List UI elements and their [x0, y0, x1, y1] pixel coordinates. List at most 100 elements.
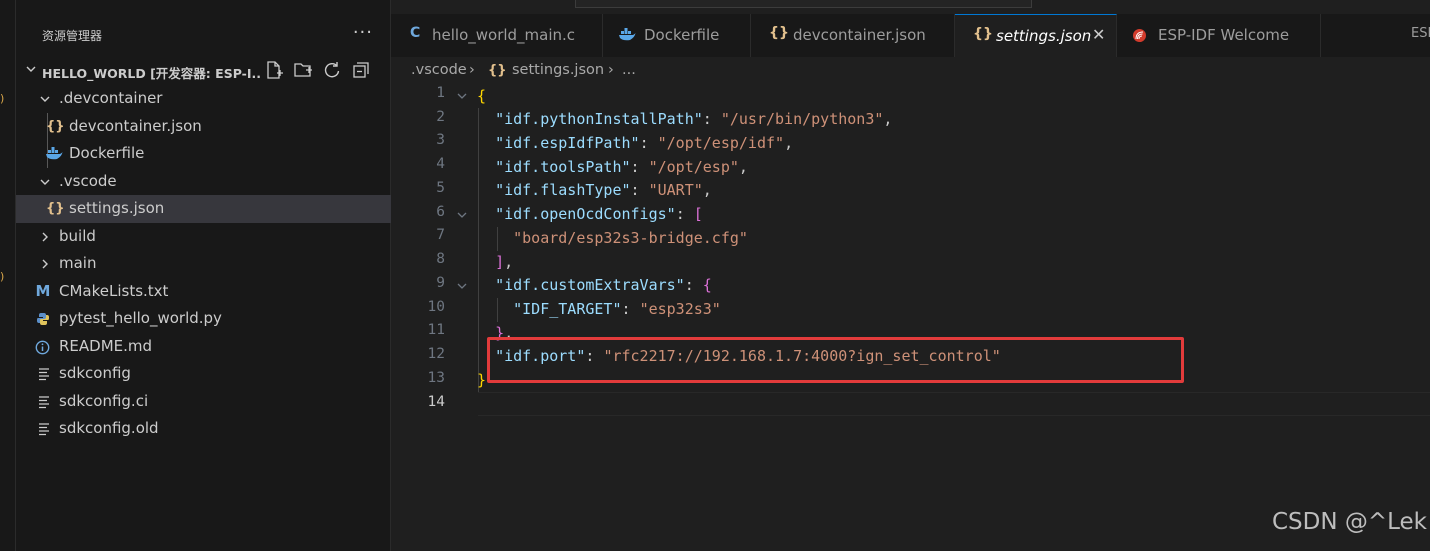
tab-dockerfile[interactable]: Dockerfile — [603, 14, 751, 57]
json-key: "idf.customExtraVars" — [495, 276, 685, 294]
colon: : — [684, 276, 703, 294]
esp-idf-icon — [1133, 29, 1146, 42]
tree-item-dockerfile[interactable]: Dockerfile — [16, 140, 391, 168]
tab-label: devcontainer.json — [793, 26, 926, 44]
activity-bar: ) ) — [0, 0, 16, 551]
activity-marker: ) — [0, 270, 5, 283]
code-line-13: } — [477, 368, 486, 392]
json-key: "IDF_TARGET" — [513, 300, 622, 318]
colon: : — [630, 158, 649, 176]
breadcrumb-file[interactable]: settings.json — [512, 62, 604, 78]
json-value: "/usr/bin/python3" — [720, 110, 884, 128]
tree-item-build-folder[interactable]: build — [16, 223, 391, 251]
project-title: HELLO_WORLD [开发容器: ESP-I... — [42, 66, 262, 81]
new-file-icon[interactable] — [264, 60, 284, 80]
tree-item-sdkconfig[interactable]: sdkconfig — [16, 360, 391, 388]
tree-item-label: README.md — [59, 336, 153, 355]
line-number: 6 — [436, 204, 445, 220]
file-tree: .devcontainer {} devcontainer.json Docke… — [16, 85, 391, 443]
code-line-8: ], — [477, 250, 513, 274]
tab-label: Dockerfile — [644, 26, 720, 44]
fold-chevron-icon[interactable] — [455, 208, 469, 222]
fold-chevron-icon[interactable] — [455, 279, 469, 293]
json-value: "/opt/esp" — [648, 158, 739, 176]
colon: : — [675, 205, 694, 223]
collapse-all-icon[interactable] — [351, 60, 371, 80]
comma: , — [504, 253, 514, 271]
comma: , — [883, 110, 893, 128]
json-braces-icon: {} — [46, 201, 65, 216]
tree-item-label: sdkconfig.ci — [59, 391, 149, 410]
info-icon — [35, 340, 50, 354]
tab-label: ESP — [1411, 26, 1430, 41]
open-brace: { — [702, 276, 712, 294]
code-editor[interactable]: 1 2 3 4 5 6 7 8 9 10 11 12 13 14 { "idf.… — [391, 84, 1430, 551]
chevron-down-icon — [40, 96, 50, 102]
code-line-4: "idf.toolsPath": "/opt/esp", — [477, 155, 748, 179]
new-folder-icon[interactable] — [293, 60, 313, 80]
close-icon[interactable]: ✕ — [1092, 25, 1105, 44]
tab-devcontainer-json[interactable]: {} devcontainer.json — [751, 14, 955, 57]
code-line-10: "IDF_TARGET": "esp32s3" — [477, 297, 721, 321]
more-actions-icon[interactable]: ··· — [353, 22, 373, 43]
breadcrumb-folder[interactable]: .vscode — [411, 62, 467, 78]
python-icon — [37, 313, 49, 325]
tree-item-sdkconfig-ci[interactable]: sdkconfig.ci — [16, 388, 391, 416]
explorer-header: 资源管理器 ··· — [16, 22, 391, 48]
project-root-row[interactable]: HELLO_WORLD [开发容器: ESP-I... — [16, 58, 391, 84]
tree-item-cmakelists[interactable]: M CMakeLists.txt — [16, 278, 391, 306]
code-line-5: "idf.flashType": "UART", — [477, 178, 712, 202]
tree-item-readme[interactable]: README.md — [16, 333, 391, 361]
breadcrumb-symbol[interactable]: ... — [622, 62, 636, 78]
tab-label: ESP-IDF Welcome — [1158, 26, 1290, 44]
json-braces-icon: {} — [769, 25, 789, 41]
tree-item-sdkconfig-old[interactable]: sdkconfig.old — [16, 415, 391, 443]
code-line-9: "idf.customExtraVars": { — [477, 273, 712, 297]
explorer-sidebar: 资源管理器 ··· HELLO_WORLD [开发容器: ESP-I... .d… — [16, 0, 391, 551]
code-line-1: { — [477, 84, 486, 108]
tree-item-pytest[interactable]: pytest_hello_world.py — [16, 305, 391, 333]
chevron-right-icon — [42, 232, 48, 241]
line-number: 14 — [427, 394, 445, 410]
open-brace: { — [477, 87, 487, 105]
tree-item-label: .vscode — [59, 171, 117, 190]
tab-esp-idf-welcome[interactable]: ESP-IDF Welcome — [1117, 14, 1321, 57]
tab-settings-json[interactable]: {} settings.json ✕ — [955, 14, 1117, 57]
explorer-actions — [264, 60, 371, 82]
code-line-2: "idf.pythonInstallPath": "/usr/bin/pytho… — [477, 107, 892, 131]
tree-item-label: pytest_hello_world.py — [59, 309, 222, 327]
tree-item-main-folder[interactable]: main — [16, 250, 391, 278]
refresh-icon[interactable] — [322, 60, 342, 80]
tree-item-label: devcontainer.json — [69, 116, 202, 135]
json-braces-icon: {} — [488, 63, 507, 78]
fold-chevron-icon[interactable] — [455, 89, 469, 103]
json-key: "idf.openOcdConfigs" — [495, 205, 676, 223]
tree-item-label: Dockerfile — [69, 144, 145, 162]
tree-item-settings-json[interactable]: {} settings.json — [16, 195, 391, 223]
tree-item-label: sdkconfig.old — [59, 419, 159, 437]
tree-item-devcontainer-json[interactable]: {} devcontainer.json — [16, 113, 391, 141]
docker-icon — [46, 147, 63, 160]
c-icon: C — [410, 25, 421, 41]
colon: : — [702, 110, 721, 128]
close-bracket: ] — [495, 253, 505, 271]
line-number: 10 — [427, 299, 445, 315]
command-center[interactable] — [575, 0, 1032, 8]
lines-icon — [39, 368, 49, 381]
comma: , — [738, 158, 748, 176]
colon: : — [621, 300, 640, 318]
line-number: 8 — [436, 251, 445, 267]
lines-icon — [39, 395, 49, 408]
tree-item-label: .devcontainer — [59, 89, 163, 107]
chevron-down-icon — [26, 66, 36, 72]
tree-item-vscode-folder[interactable]: .vscode — [16, 168, 391, 196]
lines-icon — [39, 423, 49, 436]
tab-esp-overflow[interactable]: ESP — [1321, 14, 1430, 57]
tree-item-label: build — [59, 226, 96, 245]
chevron-right-icon — [42, 259, 48, 269]
tab-hello-world-main-c[interactable]: C hello_world_main.c — [391, 14, 603, 57]
json-key: "idf.toolsPath" — [495, 158, 631, 176]
tree-item-label: CMakeLists.txt — [59, 281, 169, 300]
tree-item-label: sdkconfig — [59, 364, 131, 382]
tree-item-devcontainer-folder[interactable]: .devcontainer — [16, 85, 391, 113]
